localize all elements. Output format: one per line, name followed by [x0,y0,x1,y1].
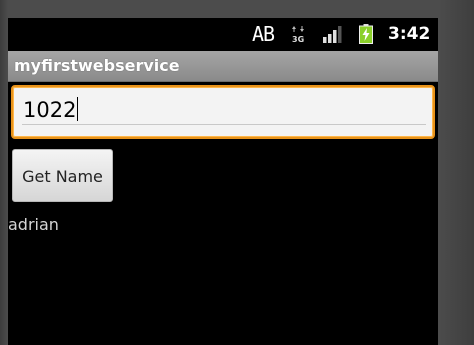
id-input[interactable]: 1022 [11,85,435,139]
signal-strength-icon [323,26,342,43]
status-time: 3:42 [388,24,431,44]
input-value: 1022 [23,98,77,122]
app-title: myfirstwebservice [14,56,180,75]
status-bar: AB 3G 3:42 [8,18,438,51]
3g-data-icon: 3G [292,26,304,43]
text-caret [77,97,79,121]
battery-charging-icon [359,24,373,44]
device-screen: AB 3G 3:42 myfirstwebservice 1022 Get Na… [8,18,438,345]
result-text: adrian [8,215,59,234]
svg-text:3G: 3G [292,35,304,43]
input-underline [22,124,426,125]
keyboard-indicator: AB [252,22,275,46]
app-title-bar: myfirstwebservice [8,51,438,82]
input-text-container: 1022 [23,97,79,122]
get-name-button[interactable]: Get Name [12,149,113,202]
